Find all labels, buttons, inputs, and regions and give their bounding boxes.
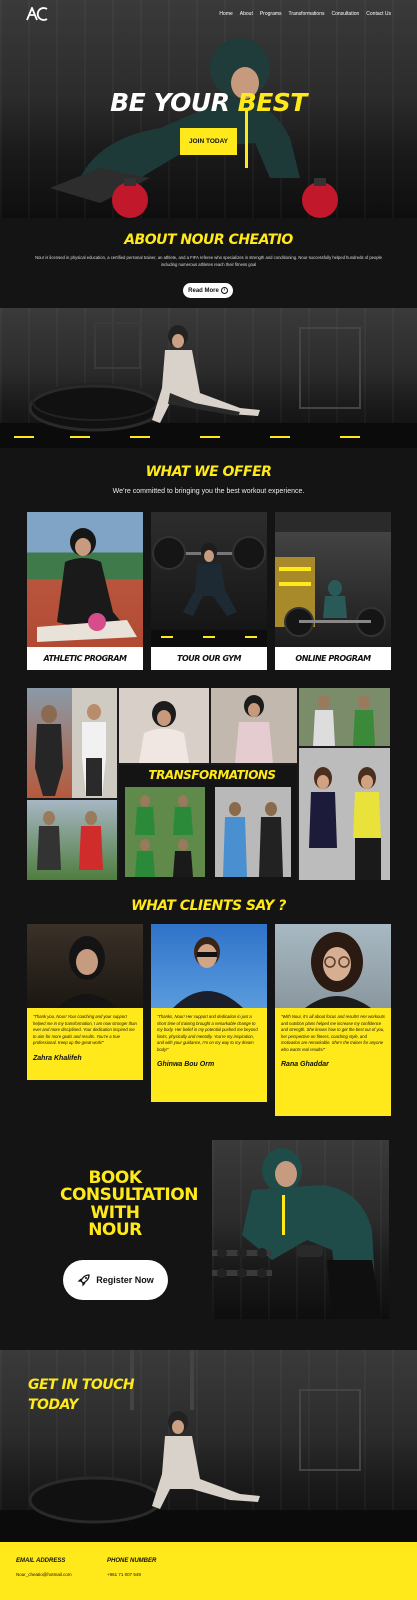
transformation-photo (72, 688, 117, 798)
transformation-photo (27, 688, 72, 798)
join-today-button[interactable]: JOIN TODAY (180, 128, 237, 155)
hero-title-accent: BEST (237, 88, 308, 117)
nav-link-programs[interactable]: Programs (260, 11, 282, 17)
offer-subtitle: We’re committed to bringing you the best… (112, 488, 305, 495)
testimonial-box: “Thanks, Nour! Her support and dedicatio… (151, 1008, 267, 1102)
testimonial-photo (151, 924, 267, 1008)
testimonial-box: “With Nour, it’s all about focus and res… (275, 1008, 391, 1116)
hero-title-main: BE YOUR (110, 88, 238, 117)
transformations-collage (27, 688, 390, 880)
anc-logo-icon (26, 7, 48, 21)
nav-menu: Home About Programs Transformations Cons… (219, 11, 391, 17)
testimonial-photo (275, 924, 391, 1008)
card-label: ATHLETIC PROGRAM (27, 647, 143, 670)
offer-title: WHAT WE OFFER (145, 464, 272, 480)
transformation-photo (211, 688, 297, 763)
nav-link-consultation[interactable]: Consultation (331, 11, 359, 17)
read-more-button[interactable]: Read More › (183, 283, 233, 298)
about-section: ABOUT NOUR CHEATIO Nour is licensed in p… (0, 218, 417, 308)
consultation-title: BOOK CONSULTATION WITH NOUR (60, 1169, 198, 1240)
testimonial-name: Rana Ghaddar (281, 1061, 329, 1068)
card-label: TOUR OUR GYM (151, 647, 267, 670)
register-now-label: Register Now (96, 1275, 154, 1285)
about-text: Nour is licensed in physical education, … (35, 255, 382, 267)
consultation-photo (212, 1140, 389, 1319)
testimonial-quote: “With Nour, it’s all about focus and res… (281, 1014, 385, 1052)
arrow-right-circle-icon: › (220, 287, 228, 294)
testimonial-quote: “Thank you, Nour! Your coaching and your… (33, 1014, 137, 1045)
consultation-title-line: NOUR (88, 1219, 142, 1240)
nav-link-transformations[interactable]: Transformations (289, 11, 325, 17)
hero-title: BE YOUR BEST (0, 88, 417, 117)
transformations-center-panel (119, 765, 297, 880)
testimonial-photo (27, 924, 143, 1008)
email-label: EMAIL ADDRESS (16, 1558, 66, 1564)
email-block: EMAIL ADDRESS Nour_cheatio@hotmail.com (16, 1558, 72, 1577)
tour-gym-photo (151, 512, 267, 647)
register-now-button[interactable]: Register Now (63, 1260, 168, 1300)
transformation-photo (119, 688, 209, 763)
phone-value[interactable]: +961 71 007 549 (107, 1572, 156, 1577)
testimonial-card: “Thank you, Nour! Your coaching and your… (27, 924, 143, 1080)
about-title: ABOUT NOUR CHEATIO (124, 232, 293, 248)
card-label: ONLINE PROGRAM (275, 647, 391, 670)
nav-link-contact[interactable]: Contact Us (366, 11, 391, 17)
testimonial-card: “With Nour, it’s all about focus and res… (275, 924, 391, 1116)
transformation-photo (215, 787, 291, 877)
contact-title-line2: TODAY (28, 1396, 78, 1413)
online-program-photo (275, 512, 391, 647)
testimonial-box: “Thank you, Nour! Your coaching and your… (27, 1008, 143, 1080)
testimonial-name: Ghinwa Bou Orm (157, 1061, 215, 1068)
transformations-title: TRANSFORMATIONS (148, 768, 276, 782)
nav-link-home[interactable]: Home (219, 11, 232, 17)
hero-section: BE YOUR BEST JOIN TODAY (0, 0, 417, 218)
read-more-label: Read More (188, 287, 219, 294)
card-tour-our-gym[interactable]: TOUR OUR GYM (151, 512, 267, 670)
contact-section: GET IN TOUCH TODAY (0, 1350, 417, 1542)
testimonials-title: WHAT CLIENTS SAY ? (131, 898, 286, 914)
transformation-photo (125, 787, 205, 877)
testimonial-quote: “Thanks, Nour! Her support and dedicatio… (157, 1014, 258, 1052)
phone-label: PHONE NUMBER (107, 1558, 157, 1564)
contact-title-line1: GET IN TOUCH (28, 1377, 135, 1393)
card-online-program[interactable]: ONLINE PROGRAM (275, 512, 391, 670)
testimonial-name: Zahra Khalifeh (33, 1054, 82, 1062)
hero-photo-pushup (50, 38, 338, 218)
top-navigation: Home About Programs Transformations Cons… (0, 0, 417, 28)
contact-title: GET IN TOUCH TODAY (28, 1376, 135, 1415)
email-value[interactable]: Nour_cheatio@hotmail.com (16, 1572, 72, 1577)
athletic-program-photo (27, 512, 143, 647)
transformation-photo (299, 748, 390, 880)
gym-banner-photo (0, 308, 417, 448)
contact-footer: EMAIL ADDRESS Nour_cheatio@hotmail.com P… (0, 1542, 417, 1600)
transformation-photo (299, 688, 390, 746)
gym-stretch-photo (0, 322, 417, 448)
transformation-photo (27, 800, 117, 880)
rocket-icon (77, 1274, 90, 1287)
phone-block: PHONE NUMBER +961 71 007 549 (107, 1558, 156, 1577)
testimonial-card: “Thanks, Nour! Her support and dedicatio… (151, 924, 267, 1102)
nav-link-about[interactable]: About (240, 11, 253, 17)
card-athletic-program[interactable]: ATHLETIC PROGRAM (27, 512, 143, 670)
logo[interactable] (26, 7, 48, 21)
